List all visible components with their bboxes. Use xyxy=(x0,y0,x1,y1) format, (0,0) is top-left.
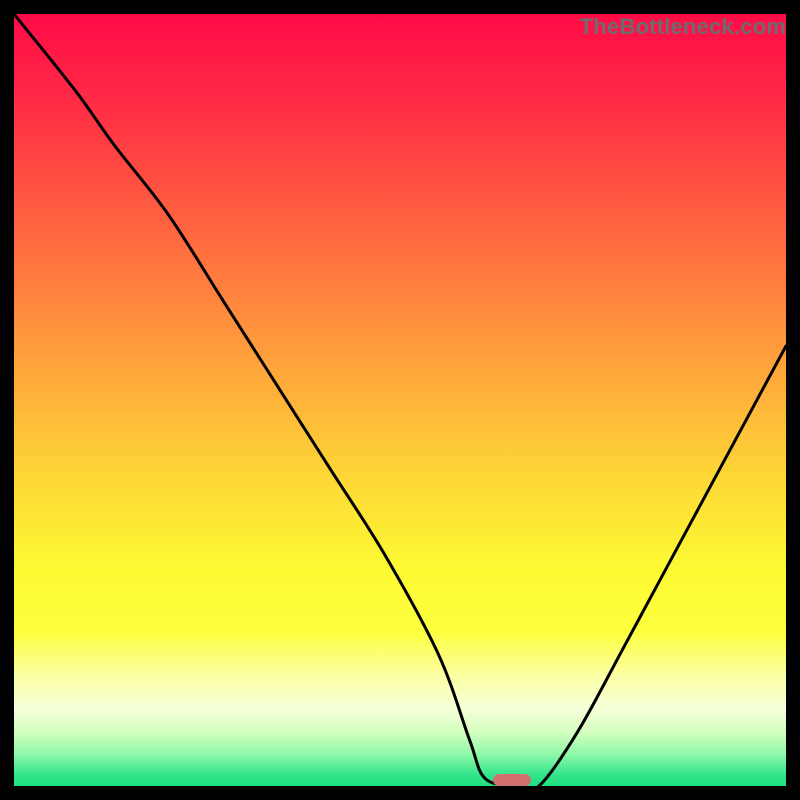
bottleneck-curve xyxy=(14,14,786,786)
plot-area xyxy=(14,14,786,786)
minimum-marker xyxy=(493,774,532,786)
chart-container: TheBottleneck.com xyxy=(0,0,800,800)
watermark-text: TheBottleneck.com xyxy=(580,14,786,40)
